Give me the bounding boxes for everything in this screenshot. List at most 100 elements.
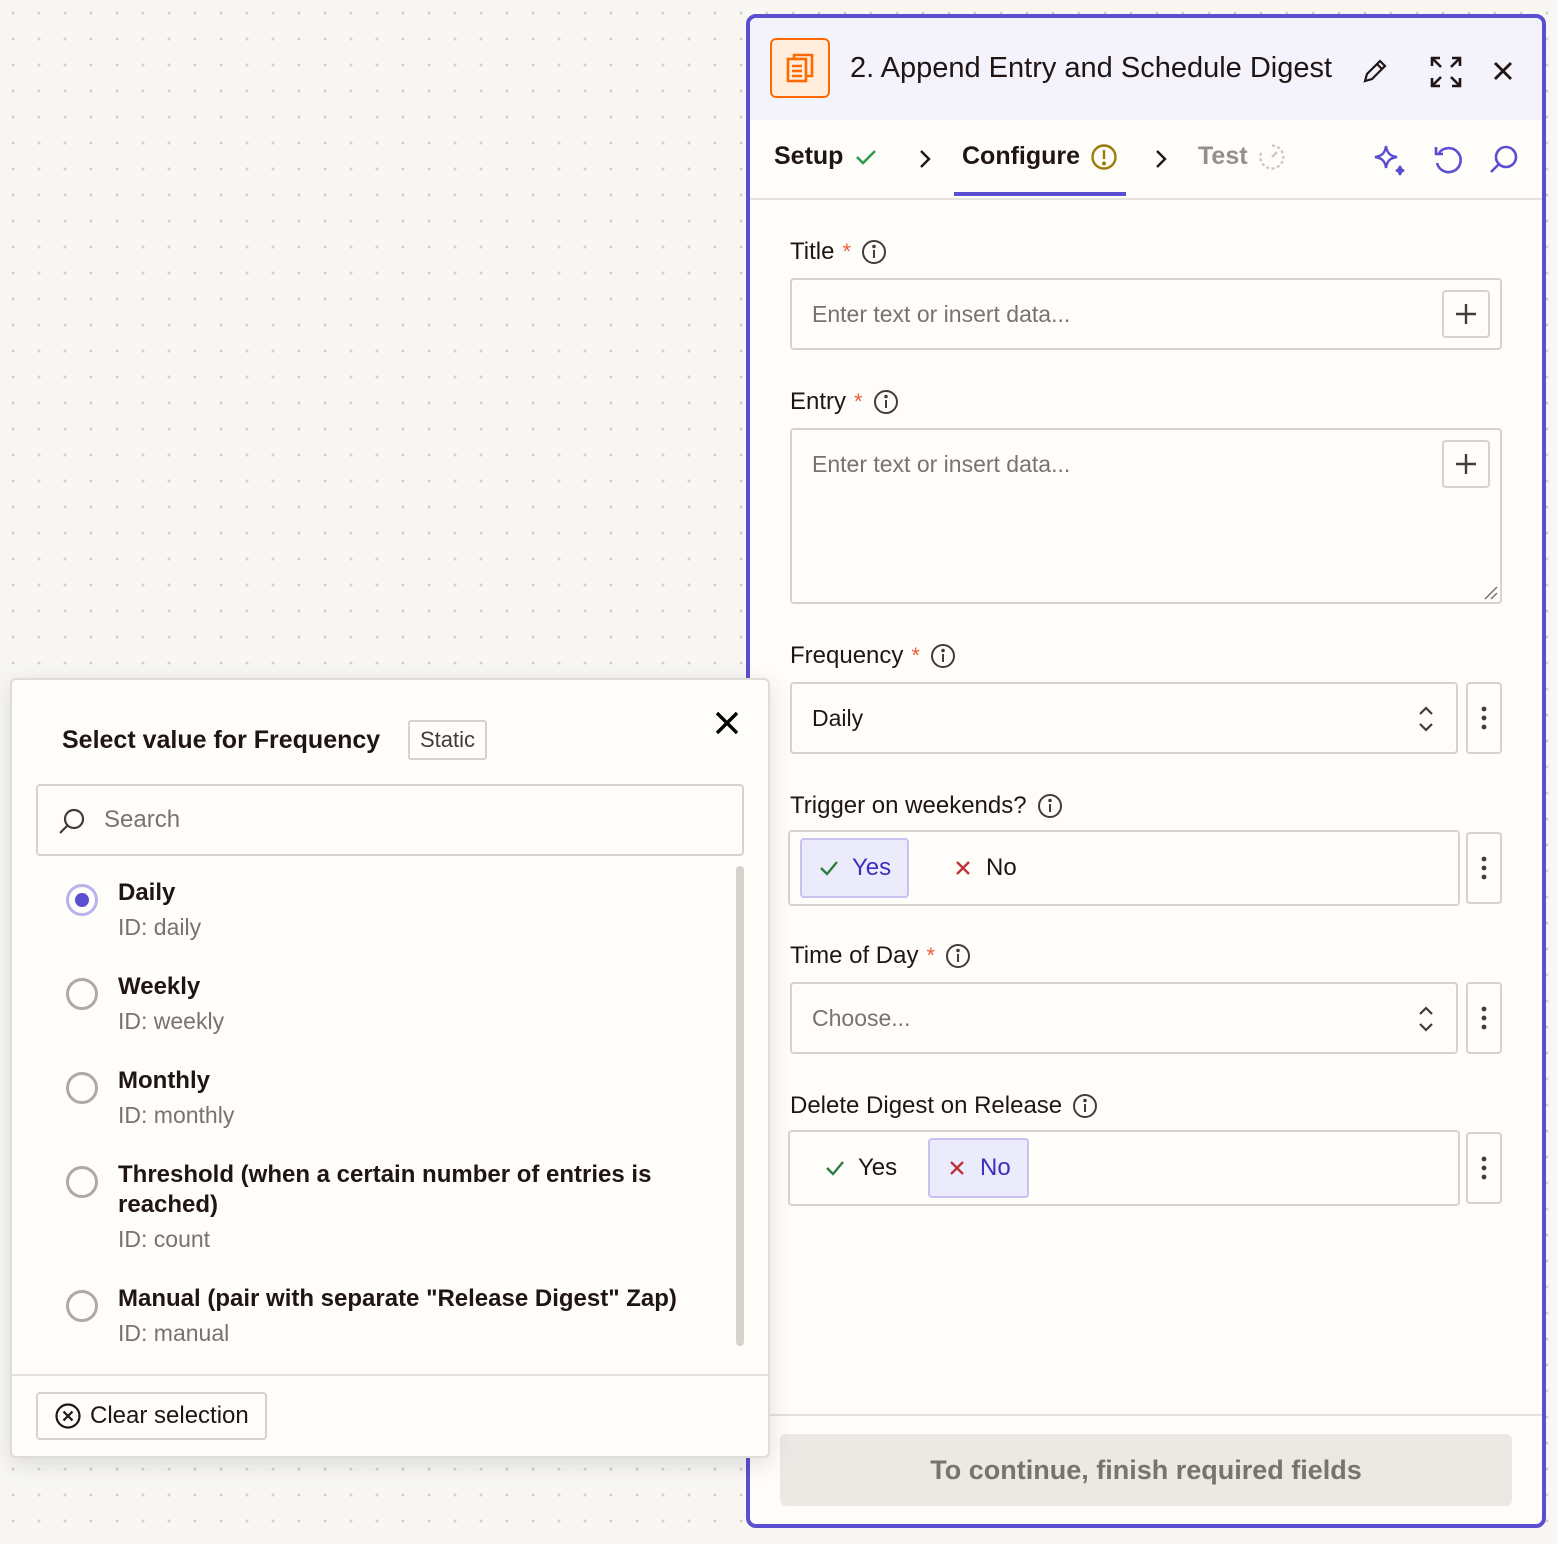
delete-digest-yes-option[interactable]: Yes	[806, 1138, 915, 1198]
chevron-up-down-icon	[1419, 706, 1433, 732]
option-id: ID: daily	[118, 914, 202, 940]
radio-button[interactable]	[66, 884, 98, 916]
title-input-placeholder: Enter text or insert data...	[812, 301, 1071, 327]
search-field	[36, 784, 744, 856]
delete-digest-yes-label: Yes	[858, 1154, 898, 1181]
insert-data-button[interactable]	[1442, 440, 1490, 488]
close-icon[interactable]	[1488, 56, 1518, 86]
delete-digest-options-button[interactable]	[1466, 1132, 1502, 1204]
clear-selection-button[interactable]: Clear selection	[36, 1392, 267, 1440]
title-label-text: Title	[790, 238, 835, 265]
more-vertical-icon	[1481, 1006, 1487, 1030]
required-marker: *	[842, 239, 852, 264]
weekends-field-label: Trigger on weekends?	[790, 792, 1063, 820]
more-vertical-icon	[1481, 706, 1487, 730]
timer-icon	[1258, 143, 1284, 170]
close-icon[interactable]	[712, 708, 742, 738]
resize-handle-icon[interactable]	[1482, 584, 1498, 600]
warning-icon	[1091, 143, 1117, 170]
weekends-no-option[interactable]: No	[934, 838, 1035, 898]
search-input[interactable]	[104, 796, 724, 844]
tab-setup-label: Setup	[774, 142, 844, 170]
popover-title: Select value for Frequency	[62, 726, 381, 754]
plus-icon	[1456, 304, 1476, 324]
radio-button[interactable]	[66, 1290, 98, 1322]
frequency-field-label: Frequency *	[790, 642, 956, 670]
entry-label-text: Entry	[790, 388, 847, 415]
chevron-up-down-icon	[1419, 1006, 1433, 1032]
info-icon[interactable]	[861, 239, 887, 265]
weekends-yes-label: Yes	[852, 854, 892, 881]
required-marker: *	[911, 643, 920, 668]
pencil-icon[interactable]	[1360, 56, 1390, 86]
static-badge: Static	[408, 720, 488, 760]
entry-textarea[interactable]: Enter text or insert data...	[790, 428, 1502, 604]
sparkle-icon[interactable]	[1372, 142, 1408, 178]
info-icon[interactable]	[945, 943, 971, 969]
check-icon	[856, 149, 877, 165]
option-id: ID: weekly	[118, 1008, 225, 1034]
refresh-icon[interactable]	[1430, 142, 1466, 178]
insert-data-button[interactable]	[1442, 290, 1490, 338]
check-icon	[820, 861, 838, 876]
delete-digest-field-label: Delete Digest on Release	[790, 1092, 1098, 1120]
radio-button[interactable]	[66, 1166, 98, 1198]
tab-test[interactable]: Test	[1198, 142, 1286, 171]
required-marker: *	[926, 943, 936, 968]
option-id: ID: count	[118, 1226, 211, 1252]
option-label: Daily	[118, 879, 176, 906]
frequency-select[interactable]: Daily	[790, 682, 1458, 754]
delete-digest-label-text: Delete Digest on Release	[790, 1092, 1063, 1119]
weekends-no-label: No	[986, 854, 1017, 881]
option-label: Monthly	[118, 1067, 210, 1094]
tab-configure-label: Configure	[962, 142, 1081, 170]
continue-button[interactable]: To continue, finish required fields	[780, 1434, 1512, 1506]
step-panel: 2. Append Entry and Schedule Digest Setu…	[746, 14, 1546, 1528]
radio-button[interactable]	[66, 978, 98, 1010]
delete-digest-no-label: No	[980, 1154, 1011, 1181]
active-tab-indicator	[954, 192, 1126, 196]
weekends-toggle-group: Yes No	[788, 830, 1460, 906]
time-of-day-field-label: Time of Day *	[790, 942, 971, 970]
weekends-yes-option[interactable]: Yes	[800, 838, 910, 898]
weekends-options-button[interactable]	[1466, 832, 1502, 904]
entry-input-placeholder: Enter text or insert data...	[812, 451, 1071, 477]
time-of-day-options-button[interactable]	[1466, 982, 1502, 1054]
clear-circle-icon	[55, 1403, 81, 1429]
info-icon[interactable]	[873, 389, 899, 415]
search-icon	[59, 808, 85, 834]
frequency-selected-value: Daily	[812, 705, 864, 731]
info-icon[interactable]	[1037, 793, 1063, 819]
more-vertical-icon	[1481, 856, 1487, 880]
option-id: ID: manual	[118, 1320, 230, 1346]
scrollbar[interactable]	[736, 866, 744, 1346]
search-icon[interactable]	[1486, 142, 1522, 178]
step-title: 2. Append Entry and Schedule Digest	[850, 52, 1333, 84]
frequency-options-button[interactable]	[1466, 682, 1502, 754]
info-icon[interactable]	[1072, 1093, 1098, 1119]
panel-header: 2. Append Entry and Schedule Digest	[750, 18, 1542, 120]
title-input[interactable]: Enter text or insert data...	[790, 278, 1502, 350]
option-label: Weekly	[118, 973, 201, 1000]
x-icon	[956, 861, 970, 875]
radio-button[interactable]	[66, 1072, 98, 1104]
delete-digest-toggle-group: Yes No	[788, 1130, 1460, 1206]
delete-digest-no-option[interactable]: No	[928, 1138, 1029, 1198]
popover-footer-divider	[12, 1374, 768, 1376]
entry-field-label: Entry *	[790, 388, 899, 416]
required-marker: *	[854, 389, 863, 414]
chevron-right-icon	[920, 150, 931, 168]
time-of-day-select[interactable]: Choose...	[790, 982, 1458, 1054]
chevron-right-icon	[1156, 150, 1167, 168]
x-icon	[950, 1161, 964, 1175]
tab-configure[interactable]: Configure	[962, 142, 1118, 171]
expand-icon[interactable]	[1428, 54, 1464, 90]
step-tabs: Setup Configure Test	[750, 120, 1542, 200]
more-vertical-icon	[1481, 1156, 1487, 1180]
tab-setup[interactable]: Setup	[774, 142, 879, 171]
frequency-label-text: Frequency	[790, 642, 904, 669]
clear-selection-label: Clear selection	[90, 1402, 249, 1429]
panel-footer-divider	[750, 1414, 1542, 1416]
info-icon[interactable]	[930, 643, 956, 669]
tab-test-label: Test	[1198, 142, 1248, 170]
